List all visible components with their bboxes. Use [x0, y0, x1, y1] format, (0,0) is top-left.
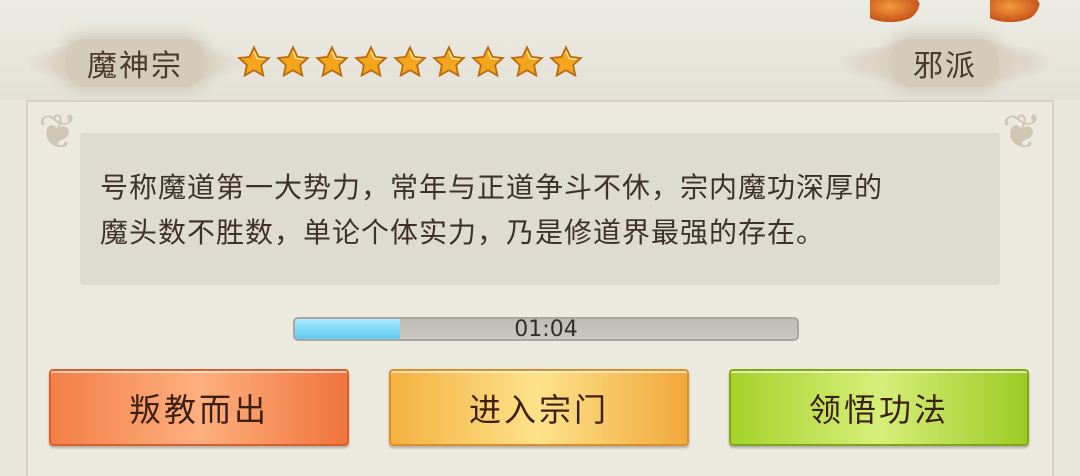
learn-technique-button[interactable]: 领悟功法: [729, 369, 1029, 446]
defect-button[interactable]: 叛教而出: [49, 369, 349, 446]
star-icon: [507, 43, 546, 81]
star-icon: [429, 43, 468, 81]
star-icon: [546, 43, 585, 81]
star-icon: [312, 43, 351, 81]
sect-description: 号称魔道第一大势力，常年与正道争斗不休，宗内魔功深厚的 魔头数不胜数，单论个体实…: [100, 165, 1000, 255]
star-icon: [273, 43, 312, 81]
description-line: 魔头数不胜数，单论个体实力，乃是修道界最强的存在。: [100, 216, 826, 249]
enter-sect-button[interactable]: 进入宗门: [389, 369, 689, 446]
star-icon: [234, 43, 273, 81]
corner-ornament-icon: ❦: [1001, 104, 1043, 160]
timer-progress-bar: 01:04: [293, 317, 799, 341]
star-icon: [390, 43, 429, 81]
sect-name: 魔神宗: [87, 49, 183, 84]
star-icon: [351, 43, 390, 81]
star-icon: [468, 43, 507, 81]
faction-label: 邪派: [913, 49, 977, 84]
star-rating: [234, 43, 585, 81]
faction-plaque: 邪派: [840, 39, 1050, 87]
description-line: 号称魔道第一大势力，常年与正道争斗不休，宗内魔功深厚的: [100, 171, 884, 204]
sect-name-plaque: 魔神宗: [30, 39, 240, 87]
timer-text: 01:04: [514, 317, 578, 341]
corner-ornament-icon: ❦: [37, 104, 79, 160]
